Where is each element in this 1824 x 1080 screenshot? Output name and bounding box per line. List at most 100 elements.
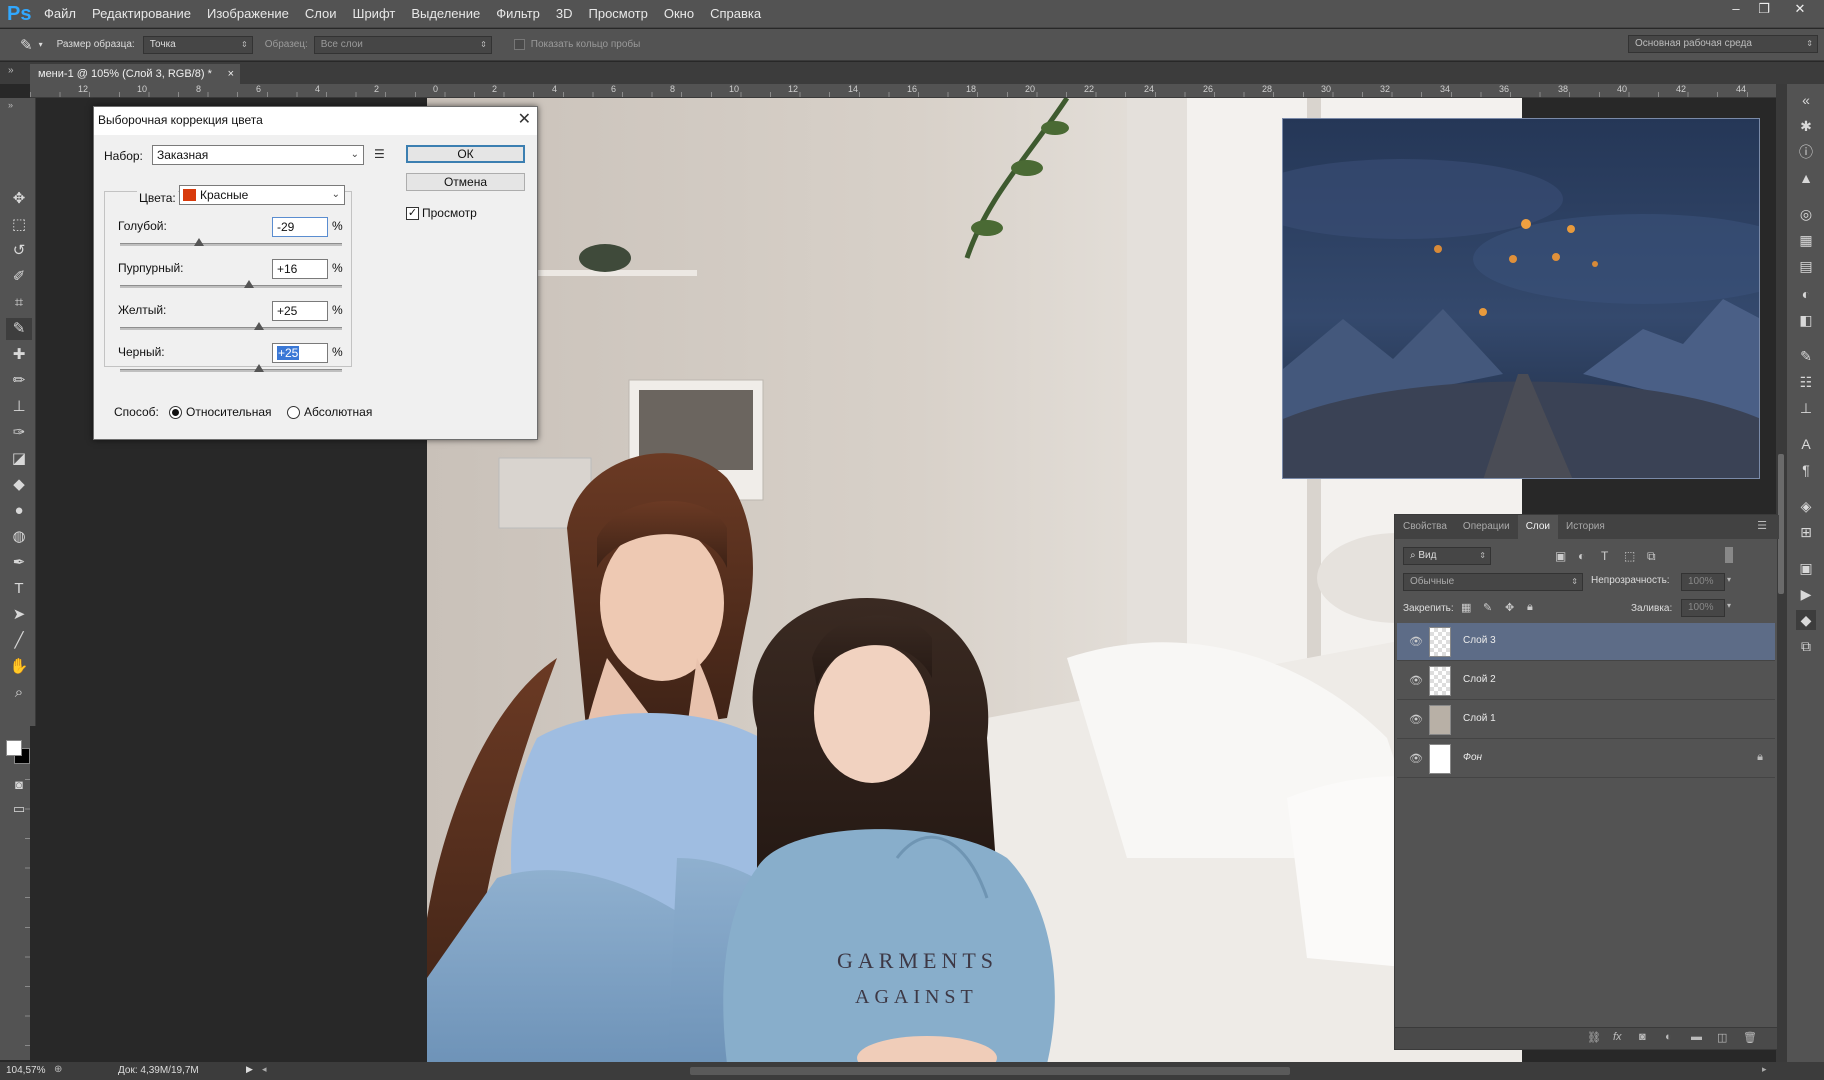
layers-panel-icon[interactable]: ◆: [1796, 610, 1816, 630]
scroll-right-icon[interactable]: ▸: [1762, 1064, 1767, 1075]
black-slider-thumb[interactable]: [253, 364, 264, 372]
adjustment-layer-icon[interactable]: ◐: [1665, 1031, 1672, 1043]
filter-pixel-icon[interactable]: ▣: [1555, 549, 1566, 563]
blend-mode-select[interactable]: Обычные ⇕: [1403, 573, 1583, 591]
ok-button[interactable]: ОК: [406, 145, 525, 163]
cyan-input[interactable]: -29: [272, 217, 328, 237]
collapse-arrows-icon[interactable]: «: [1796, 90, 1816, 110]
layer-name[interactable]: Фон: [1463, 752, 1482, 763]
tab-actions[interactable]: Операции: [1455, 515, 1518, 539]
lasso-tool-icon[interactable]: ↺: [6, 240, 32, 262]
styles-panel-icon[interactable]: ▤: [1796, 256, 1816, 276]
pen-tool-icon[interactable]: ✒: [6, 552, 32, 574]
minimize-button[interactable]: –: [1722, 0, 1750, 20]
method-absolute-radio[interactable]: [287, 406, 300, 419]
layer-filter-select[interactable]: ⌕ Вид ⇕: [1403, 547, 1491, 565]
colors-select[interactable]: Красные ⌄: [179, 185, 345, 205]
quick-select-tool-icon[interactable]: ✐: [6, 266, 32, 288]
layer-name[interactable]: Слой 3: [1463, 635, 1496, 646]
filter-type-icon[interactable]: T: [1601, 549, 1608, 563]
history-brush-tool-icon[interactable]: ✑: [6, 422, 32, 444]
layer-row-background[interactable]: 👁︎ Фон 🔒︎: [1397, 740, 1775, 778]
restore-button[interactable]: ❐: [1750, 0, 1778, 20]
menu-layers[interactable]: Слои: [297, 0, 345, 28]
layer-row-layer2[interactable]: 👁︎ Слой 2: [1397, 662, 1775, 700]
zoom-level[interactable]: 104,57%: [6, 1065, 45, 1076]
document-tab[interactable]: мени-1 @ 105% (Слой 3, RGB/8) * ×: [30, 64, 240, 84]
lock-transparency-icon[interactable]: ▦: [1461, 601, 1471, 614]
masks-panel-icon[interactable]: ◧: [1796, 310, 1816, 330]
paragraph-panel-icon[interactable]: ¶: [1796, 460, 1816, 480]
timeline-panel-icon[interactable]: ▣: [1796, 558, 1816, 578]
magenta-slider-track[interactable]: [120, 285, 342, 288]
blur-tool-icon[interactable]: ●: [6, 500, 32, 522]
visibility-eye-icon[interactable]: 👁︎: [1409, 713, 1423, 726]
filter-adjustment-icon[interactable]: ◐: [1578, 549, 1585, 563]
adjustments-panel-icon[interactable]: ◐: [1796, 284, 1816, 304]
night-landscape-layer-image[interactable]: [1282, 118, 1760, 479]
zoom-tool-icon[interactable]: ⌕: [6, 682, 32, 704]
collapse-arrows-icon[interactable]: »: [8, 65, 14, 76]
crop-tool-icon[interactable]: ⌗: [6, 292, 32, 314]
sample-layers-select[interactable]: Все слои ⇕: [313, 35, 492, 54]
status-menu-arrow-icon[interactable]: ▶: [246, 1064, 253, 1075]
fx-icon[interactable]: fx: [1613, 1031, 1622, 1043]
menu-image[interactable]: Изображение: [199, 0, 297, 28]
visibility-eye-icon[interactable]: 👁︎: [1409, 752, 1423, 765]
eyedropper-tool-icon[interactable]: ✎: [6, 318, 32, 340]
lock-position-icon[interactable]: ✥: [1505, 601, 1514, 614]
menu-select[interactable]: Выделение: [403, 0, 488, 28]
menu-view[interactable]: Просмотр: [581, 0, 656, 28]
filter-toggle[interactable]: [1725, 547, 1733, 563]
trash-icon[interactable]: 🗑︎: [1743, 1031, 1757, 1044]
menu-filter[interactable]: Фильтр: [488, 0, 548, 28]
new-layer-icon[interactable]: ◫: [1717, 1031, 1727, 1044]
type-tool-icon[interactable]: T: [6, 578, 32, 600]
tab-history[interactable]: История: [1558, 515, 1613, 539]
channels-panel-icon[interactable]: ⧉: [1796, 636, 1816, 656]
quick-mask-icon[interactable]: ◙: [6, 774, 32, 796]
panel-menu-icon[interactable]: ☰: [1757, 519, 1767, 532]
clone-stamp-tool-icon[interactable]: ⊥: [6, 396, 32, 418]
3d-panel-icon[interactable]: ◈: [1796, 496, 1816, 516]
yellow-slider-thumb[interactable]: [253, 322, 264, 330]
chevron-down-icon[interactable]: ▾: [1727, 601, 1731, 610]
menu-type[interactable]: Шрифт: [345, 0, 404, 28]
foreground-color-swatch[interactable]: [6, 740, 22, 756]
yellow-input[interactable]: +25: [272, 301, 328, 321]
screen-mode-icon[interactable]: ▭: [6, 798, 32, 820]
brush-panel-icon[interactable]: ✎: [1796, 346, 1816, 366]
opacity-input[interactable]: 100%: [1681, 573, 1725, 591]
paint-bucket-tool-icon[interactable]: ◆: [6, 474, 32, 496]
close-tab-icon[interactable]: ×: [228, 64, 234, 84]
lock-pixels-icon[interactable]: ✎: [1483, 601, 1492, 614]
menu-3d[interactable]: 3D: [548, 0, 581, 28]
visibility-eye-icon[interactable]: 👁︎: [1409, 674, 1423, 687]
visibility-eye-icon[interactable]: 👁︎: [1409, 635, 1423, 648]
horizontal-scrollbar-thumb[interactable]: [690, 1067, 1290, 1075]
navigator-panel-icon[interactable]: ◎: [1796, 204, 1816, 224]
marquee-tool-icon[interactable]: ⬚: [6, 214, 32, 236]
eraser-tool-icon[interactable]: ◪: [6, 448, 32, 470]
layer-name[interactable]: Слой 1: [1463, 713, 1496, 724]
black-slider-track[interactable]: [120, 369, 342, 372]
layer-row-layer3[interactable]: 👁︎ Слой 3: [1397, 623, 1775, 661]
fill-input[interactable]: 100%: [1681, 599, 1725, 617]
show-ring-checkbox[interactable]: [513, 39, 525, 50]
sample-size-select[interactable]: Точка ⇕: [142, 35, 253, 54]
filter-shape-icon[interactable]: ⬚: [1624, 549, 1635, 563]
new-group-icon[interactable]: ▬: [1691, 1031, 1702, 1043]
status-info-icon[interactable]: ⊕: [54, 1064, 62, 1075]
hand-tool-icon[interactable]: ✋: [6, 656, 32, 678]
lock-all-icon[interactable]: 🔒︎: [1527, 601, 1533, 614]
clone-source-icon[interactable]: ⊥: [1796, 398, 1816, 418]
dialog-titlebar[interactable]: Выборочная коррекция цвета ✕: [94, 107, 537, 135]
add-mask-icon[interactable]: ◙: [1639, 1031, 1646, 1043]
close-window-button[interactable]: ✕: [1786, 0, 1814, 20]
cyan-slider-thumb[interactable]: [193, 238, 204, 246]
eyedropper-icon[interactable]: ✎: [20, 36, 33, 54]
yellow-slider-track[interactable]: [120, 327, 342, 330]
menu-file[interactable]: Файл: [36, 0, 84, 28]
healing-brush-tool-icon[interactable]: ✚: [6, 344, 32, 366]
menu-help[interactable]: Справка: [702, 0, 769, 28]
